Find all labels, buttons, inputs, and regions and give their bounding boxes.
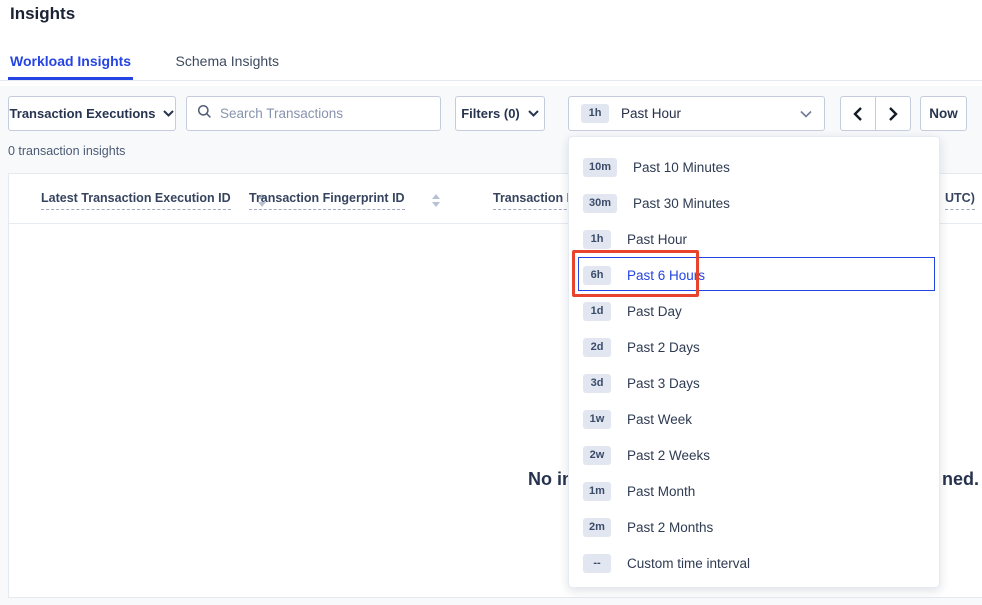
time-option-badge: 2w xyxy=(583,446,611,465)
time-option-label: Past Day xyxy=(627,304,682,319)
column-header-label[interactable]: Transaction Fingerprint ID xyxy=(249,191,405,210)
chevron-down-icon xyxy=(528,110,539,117)
time-option-30m[interactable]: 30m Past 30 Minutes xyxy=(569,185,939,221)
column-header-transaction-fingerprint-id: Transaction Fingerprint ID xyxy=(249,191,440,210)
time-option-badge: 2d xyxy=(583,338,611,357)
time-range-step-buttons xyxy=(840,96,911,131)
time-option-2m[interactable]: 2m Past 2 Months xyxy=(569,509,939,545)
chevron-down-icon xyxy=(163,110,174,117)
now-button[interactable]: Now xyxy=(920,96,967,131)
time-option-badge: -- xyxy=(583,554,611,573)
time-option-label: Past Month xyxy=(627,484,695,499)
time-option-1m[interactable]: 1m Past Month xyxy=(569,473,939,509)
time-option-1w[interactable]: 1w Past Week xyxy=(569,401,939,437)
chevron-right-icon xyxy=(888,107,898,121)
time-option-2d[interactable]: 2d Past 2 Days xyxy=(569,329,939,365)
execution-type-dropdown-button[interactable]: Transaction Executions xyxy=(8,96,176,131)
time-option-10m[interactable]: 10m Past 10 Minutes xyxy=(569,149,939,185)
time-option-1h[interactable]: 1h Past Hour xyxy=(569,221,939,257)
search-box[interactable] xyxy=(186,96,441,131)
execution-type-label: Transaction Executions xyxy=(10,106,156,121)
time-option-label: Past Week xyxy=(627,412,692,427)
filters-label: Filters (0) xyxy=(461,106,520,121)
chevron-down-icon xyxy=(800,110,812,118)
time-option-badge: 10m xyxy=(583,158,617,177)
time-option-badge: 1w xyxy=(583,410,611,429)
column-header-label[interactable]: UTC) xyxy=(945,191,975,210)
time-option-label: Past 6 Hours xyxy=(627,268,705,283)
column-header-label[interactable]: Latest Transaction Execution ID xyxy=(41,191,231,210)
time-range-badge: 1h xyxy=(581,104,609,123)
time-option-badge: 1d xyxy=(583,302,611,321)
tab-workload-insights[interactable]: Workload Insights xyxy=(8,44,133,80)
time-option-2w[interactable]: 2w Past 2 Weeks xyxy=(569,437,939,473)
results-count: 0 transaction insights xyxy=(8,144,125,158)
empty-state-text-left: No in xyxy=(528,469,573,490)
search-icon xyxy=(197,104,212,124)
filters-button[interactable]: Filters (0) xyxy=(455,96,545,131)
now-label: Now xyxy=(929,106,958,121)
column-header-utc-: UTC) xyxy=(945,191,975,210)
tab-schema-insights[interactable]: Schema Insights xyxy=(174,44,282,80)
column-header-latest-transaction-execution-id: Latest Transaction Execution ID xyxy=(41,191,266,210)
sort-carets-icon[interactable] xyxy=(432,194,440,207)
chevron-left-icon xyxy=(853,107,863,121)
time-option-badge: 30m xyxy=(583,194,617,213)
time-option-label: Past 30 Minutes xyxy=(633,196,730,211)
time-option-badge: 1h xyxy=(583,230,611,249)
time-option-label: Past Hour xyxy=(627,232,687,247)
time-range-dropdown-trigger[interactable]: 1h Past Hour xyxy=(568,96,825,131)
tab-bar: Workload Insights Schema Insights xyxy=(0,44,982,81)
time-option-label: Past 10 Minutes xyxy=(633,160,730,175)
time-option-label: Custom time interval xyxy=(627,556,750,571)
time-option-label: Past 2 Days xyxy=(627,340,700,355)
search-input[interactable] xyxy=(220,106,430,121)
time-option-badge: 3d xyxy=(583,374,611,393)
time-range-dropdown-menu: 10m Past 10 Minutes 30m Past 30 Minutes … xyxy=(568,136,940,588)
time-option-6h[interactable]: 6h Past 6 Hours xyxy=(569,257,939,293)
time-option-label: Past 3 Days xyxy=(627,376,700,391)
previous-time-range-button[interactable] xyxy=(841,97,875,130)
time-option-badge: 2m xyxy=(583,518,611,537)
page-title: Insights xyxy=(10,4,75,24)
time-option-label: Past 2 Weeks xyxy=(627,448,710,463)
time-option---[interactable]: -- Custom time interval xyxy=(569,545,939,581)
next-time-range-button[interactable] xyxy=(875,97,910,130)
time-option-label: Past 2 Months xyxy=(627,520,713,535)
time-option-3d[interactable]: 3d Past 3 Days xyxy=(569,365,939,401)
time-option-1d[interactable]: 1d Past Day xyxy=(569,293,939,329)
time-option-badge: 1m xyxy=(583,482,611,501)
time-range-label: Past Hour xyxy=(621,106,681,121)
empty-state-text-right: ned. xyxy=(942,469,979,490)
time-option-badge: 6h xyxy=(583,266,611,285)
